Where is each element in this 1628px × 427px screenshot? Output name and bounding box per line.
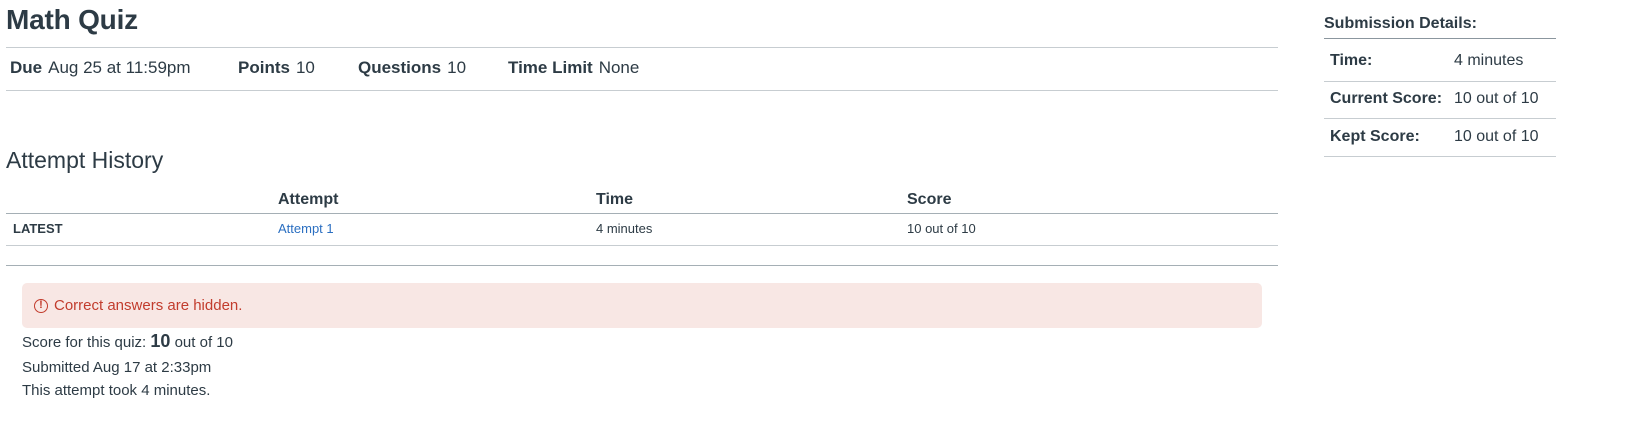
detail-row-kept-score: Kept Score: 10 out of 10 [1330,127,1539,147]
detail-value: 4 minutes [1454,52,1524,69]
detail-label: Time: [1330,52,1373,69]
column-header-time: Time [596,191,634,208]
questions-value: 10 [447,58,467,77]
quiz-title: Math Quiz [6,4,138,35]
column-header-score: Score [907,191,952,208]
attempt-cell: Attempt 1 [278,221,334,237]
divider [6,90,1278,91]
table-row-divider [6,245,1278,246]
points-info: Points 10 [238,58,315,78]
divider [1324,118,1556,119]
score-cell: 10 out of 10 [907,221,976,236]
detail-value: 10 out of 10 [1454,90,1539,107]
due-value: Aug 25 at 11:59pm [48,58,191,77]
due-label: Due [10,58,43,77]
time-limit-value: None [598,58,640,77]
points-label: Points [238,58,290,77]
detail-value: 10 out of 10 [1454,128,1539,145]
time-limit-label: Time Limit [508,58,593,77]
attempt-duration: This attempt took 4 minutes. [22,382,211,399]
attempt-history-title: Attempt History [6,147,164,173]
quiz-page: Math Quiz Due Aug 25 at 11:59pm Points 10 … [0,0,1628,427]
divider [6,47,1278,48]
column-header-attempt: Attempt [278,191,339,208]
questions-info: Questions 10 [358,58,466,78]
detail-row-time: Time: 4 minutes [1330,51,1523,71]
alert-circle-icon: ! [34,298,48,313]
correct-answers-hidden-alert: ! Correct answers are hidden. [22,283,1262,328]
divider [6,265,1278,266]
submission-details-title: Submission Details: [1324,15,1477,32]
divider [1324,81,1556,82]
score-value: 10 [150,331,171,351]
score-prefix: Score for this quiz: [22,334,147,351]
submitted-at: Submitted Aug 17 at 2:33pm [22,359,212,376]
quiz-score: Score for this quiz: 10 out of 10 [22,332,233,352]
detail-row-current-score: Current Score: 10 out of 10 [1330,89,1539,109]
questions-label: Questions [358,58,442,77]
points-value: 10 [295,58,315,77]
attempt-link[interactable]: Attempt 1 [278,221,334,236]
alert-text: Correct answers are hidden. [54,297,243,314]
score-suffix: out of 10 [174,334,233,351]
detail-label: Current Score: [1330,90,1443,107]
divider [1324,38,1556,39]
due-info: Due Aug 25 at 11:59pm [10,58,191,78]
detail-label: Kept Score: [1330,128,1420,145]
latest-tag: LATEST [13,221,63,236]
divider [1324,156,1556,157]
table-header-divider [6,213,1278,214]
time-limit-info: Time Limit None [508,58,639,78]
time-cell: 4 minutes [596,221,653,236]
